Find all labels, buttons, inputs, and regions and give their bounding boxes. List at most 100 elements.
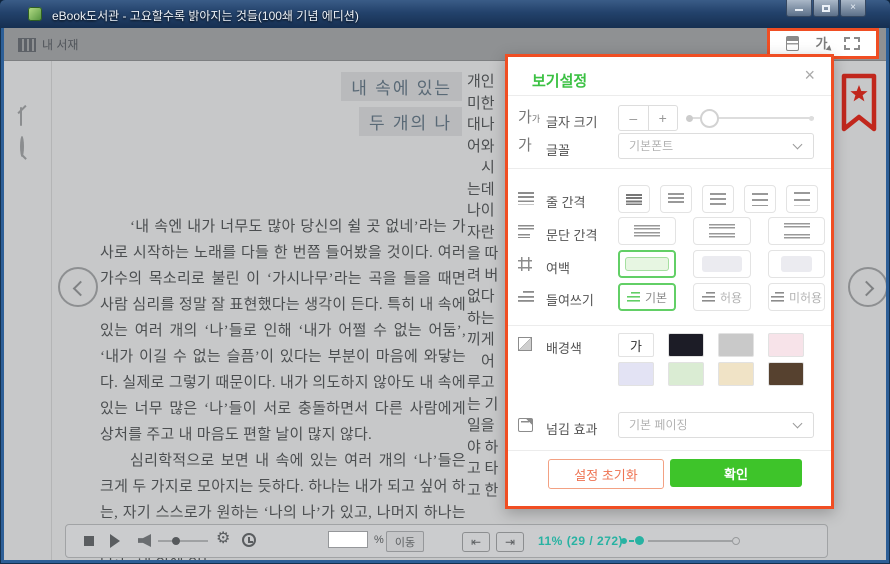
paragraph-spacing-option-1[interactable] [618,217,676,245]
divider [508,168,831,169]
paragraph-spacing-option-2[interactable] [693,217,751,245]
bg-color-swatch-dark[interactable] [668,333,704,357]
indent-icon [518,290,534,303]
paragraph-spacing-option-3[interactable] [768,217,825,245]
background-color-icon [518,337,532,351]
volume-icon[interactable] [138,534,151,547]
jump-to-start-button[interactable]: ⇤ [462,532,490,552]
gear-icon[interactable]: ⚙ [216,531,230,547]
prev-page-button[interactable] [58,267,98,307]
bg-color-swatch-gray[interactable] [718,333,754,357]
panel-title: 보기설정 [532,70,587,91]
indent-option-disallow[interactable]: 미허용 [768,283,825,311]
indent-option-allow[interactable]: 허용 [693,283,751,311]
close-window-button[interactable]: × [840,0,866,17]
clock-icon[interactable] [242,533,256,547]
progress-slider-handle[interactable] [635,536,644,545]
minimize-button[interactable] [786,0,812,17]
minimize-icon [795,9,803,11]
page-effect-label: 넘김 효과 [546,419,597,438]
line-spacing-glyph [794,192,810,206]
progress-marker-dash [629,540,634,542]
reader-area: 내 서재 가 내 속에 있는 두 개의 나 ‘내 속엔 내가 너무도 많아 당신… [4,28,886,560]
maximize-button[interactable] [813,0,839,17]
font-size-increase-button[interactable]: + [648,106,678,130]
volume-slider-handle[interactable] [172,537,180,545]
chevron-right-icon [859,281,875,297]
font-icon: 가 [518,138,532,153]
line-spacing-option-1[interactable] [618,185,650,213]
percent-sign: % [374,534,384,546]
margin-option-large[interactable] [618,250,676,278]
line-spacing-option-5[interactable] [786,185,818,213]
line-spacing-glyph [626,194,642,205]
bg-color-swatch-green[interactable] [668,362,704,386]
divider [508,95,831,96]
tts-play-button[interactable] [110,534,120,548]
bookmark-icon[interactable] [840,73,878,133]
progress-slider-track[interactable] [648,540,732,542]
font-size-stepper: – + [618,105,678,131]
progress-marker-dot [621,538,627,544]
my-library-button[interactable]: 내 서재 [18,36,78,53]
page-effect-value: 기본 페이징 [629,418,688,432]
confirm-button[interactable]: 확인 [670,459,802,487]
font-size-slider-handle[interactable] [700,109,719,128]
app-icon [28,7,42,21]
chapter-title-line: 두 개의 나 [359,107,462,136]
bg-color-swatch-brown[interactable] [768,362,804,386]
margin-glyph [781,256,812,272]
view-settings-icon[interactable] [786,36,799,51]
window-title: eBook도서관 - 고요할수록 밝아지는 것들(100쇄 기념 에디션) [52,7,359,24]
font-size-slider-max-dot [809,116,814,121]
font-label: 글꼴 [546,140,570,159]
paragraph-spacing-glyph [634,225,660,238]
font-select-value: 기본폰트 [629,139,673,153]
indent-glyph [627,292,640,303]
divider [508,325,831,326]
titlebar[interactable]: eBook도서관 - 고요할수록 밝아지는 것들(100쇄 기념 에디션) × [0,0,890,28]
page-effect-select[interactable]: 기본 페이징 [618,412,814,438]
font-settings-icon[interactable]: 가 [816,37,828,50]
my-library-label: 내 서재 [42,36,78,53]
margin-option-small[interactable] [768,250,825,278]
margin-option-medium[interactable] [693,250,751,278]
line-spacing-icon [518,192,534,205]
page-paragraph: ‘내 속엔 내가 너무도 많아 당신의 쉴 곳 없네’라는 가사로 시작하는 노… [100,214,466,448]
panel-close-icon[interactable]: × [804,66,815,84]
page-text: ‘내 속엔 내가 너무도 많아 당신의 쉴 곳 없네’라는 가사로 시작하는 노… [100,214,466,560]
margin-icon [518,257,532,271]
font-size-label: 글자 크기 [546,112,597,131]
fullscreen-icon[interactable] [844,37,860,50]
progress-slider-end [732,537,740,545]
font-size-decrease-button[interactable]: – [619,106,648,130]
font-size-slider-min-dot [686,115,693,122]
page-effect-icon [518,418,533,432]
line-spacing-option-3[interactable] [702,185,734,213]
bookshelf-icon [18,38,36,52]
line-spacing-option-4[interactable] [744,185,776,213]
chapter-title-line: 내 속에 있는 [341,72,462,101]
font-select[interactable]: 기본폰트 [618,133,814,159]
bg-color-swatch-lavender[interactable] [618,362,654,386]
tts-stop-button[interactable] [84,536,94,546]
bg-color-swatch-cream[interactable] [718,362,754,386]
next-page-button[interactable] [848,267,886,307]
indent-option-default[interactable]: 기본 [618,283,676,311]
line-spacing-option-2[interactable] [660,185,692,213]
font-size-icon: 가가 [518,110,540,125]
chevron-left-icon [73,281,89,297]
close-icon: × [850,3,856,13]
reset-settings-button[interactable]: 설정 초기화 [548,459,664,489]
reading-progress-text: 11% (29 / 272) [538,534,623,548]
go-button[interactable]: 이동 [386,531,424,552]
indent-option-label: 기본 [645,289,667,306]
indent-label: 들여쓰기 [546,290,594,309]
jump-to-end-button[interactable]: ⇥ [496,532,524,552]
app-window: eBook도서관 - 고요할수록 밝아지는 것들(100쇄 기념 에디션) × … [0,0,890,564]
bg-color-swatch-white[interactable]: 가 [618,333,654,357]
bg-color-swatch-pink[interactable] [768,333,804,357]
view-settings-panel: 보기설정 × 가가 글자 크기 – + 가 글꼴 기본폰트 줄 간격 [505,54,834,509]
volume-slider[interactable] [158,540,208,542]
percent-input[interactable] [328,531,368,548]
